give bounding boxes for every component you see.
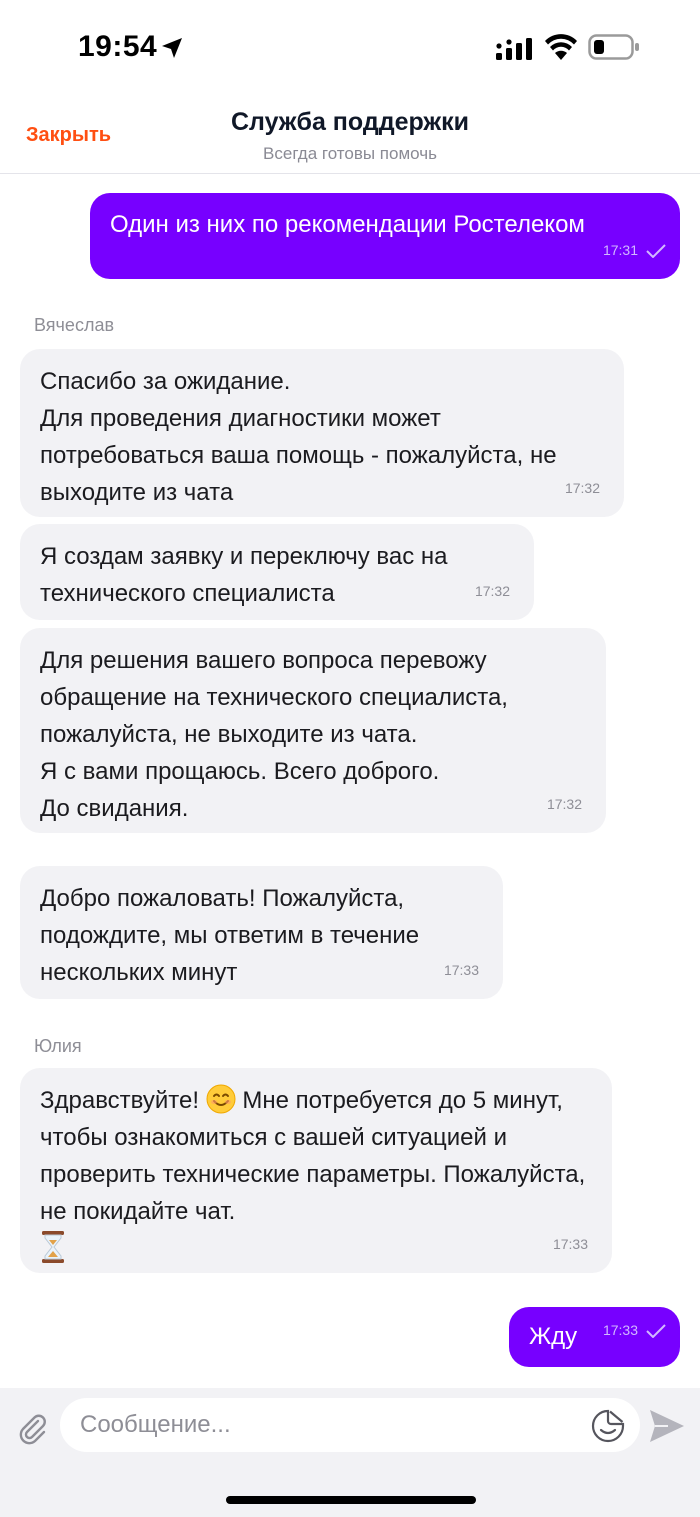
message-time: 17:33 xyxy=(443,962,479,978)
sticker-icon[interactable] xyxy=(590,1408,626,1444)
message-meta: 17:31 xyxy=(603,232,666,269)
message-input[interactable] xyxy=(60,1398,640,1452)
message-text: Спасибо за ожидание. Для проведения диаг… xyxy=(40,368,557,506)
read-check-icon xyxy=(646,243,666,258)
send-icon[interactable] xyxy=(648,1408,686,1444)
message-time: 17:32 xyxy=(564,480,600,496)
message-text: Для решения вашего вопроса перевожу обра… xyxy=(40,647,508,822)
message-meta: 17:33 xyxy=(603,1312,666,1349)
message-text: Добро пожаловать! Пожалуйста, подождите,… xyxy=(40,885,420,986)
chat-header: Закрыть Служба поддержки Всегда готовы п… xyxy=(0,96,700,174)
message-time: 17:32 xyxy=(546,796,582,812)
cellular-signal-icon xyxy=(496,38,532,60)
message-incoming[interactable]: Для решения вашего вопроса перевожу обра… xyxy=(20,628,606,833)
sender-name: Юлия xyxy=(34,1036,82,1056)
message-time: 17:32 xyxy=(474,583,510,599)
read-check-icon xyxy=(646,1323,666,1338)
message-incoming[interactable]: Добро пожаловать! Пожалуйста, подождите,… xyxy=(20,866,503,999)
hourglass-emoji-icon xyxy=(42,1231,64,1263)
message-time: 17:31 xyxy=(602,242,638,258)
status-time: 19:54 xyxy=(78,30,158,63)
message-composer xyxy=(0,1388,700,1517)
home-indicator xyxy=(226,1496,476,1504)
status-bar: 19:54 xyxy=(0,0,700,96)
message-list[interactable]: Один из них по рекомендации Ростелеком 1… xyxy=(0,175,700,1387)
battery-icon xyxy=(588,34,639,60)
paperclip-icon[interactable] xyxy=(16,1412,50,1446)
message-incoming[interactable]: Я создам заявку и переключу вас на техни… xyxy=(20,524,534,620)
message-time: 17:33 xyxy=(602,1322,638,1338)
page-title: Служба поддержки xyxy=(230,108,470,136)
message-text-part: Здравствуйте! xyxy=(40,1087,206,1114)
message-incoming[interactable]: Здравствуйте! Мне потребуется до 5 минут… xyxy=(20,1068,612,1273)
message-text: Один из них по рекомендации Ростелеком xyxy=(110,211,585,238)
message-incoming[interactable]: Спасибо за ожидание. Для проведения диаг… xyxy=(20,349,624,517)
sender-name: Вячеслав xyxy=(34,315,115,335)
smiling-face-emoji-icon xyxy=(206,1084,236,1114)
message-text: Я создам заявку и переключу вас на техни… xyxy=(40,543,448,607)
page-subtitle: Всегда готовы помочь xyxy=(263,144,437,163)
location-arrow-icon xyxy=(162,38,182,58)
message-outgoing[interactable]: Один из них по рекомендации Ростелеком 1… xyxy=(90,193,680,279)
wifi-icon xyxy=(545,34,577,60)
message-outgoing[interactable]: Жду 17:33 xyxy=(509,1307,680,1367)
message-text: Здравствуйте! Мне потребуется до 5 минут… xyxy=(40,1082,592,1269)
message-time: 17:33 xyxy=(552,1236,588,1252)
